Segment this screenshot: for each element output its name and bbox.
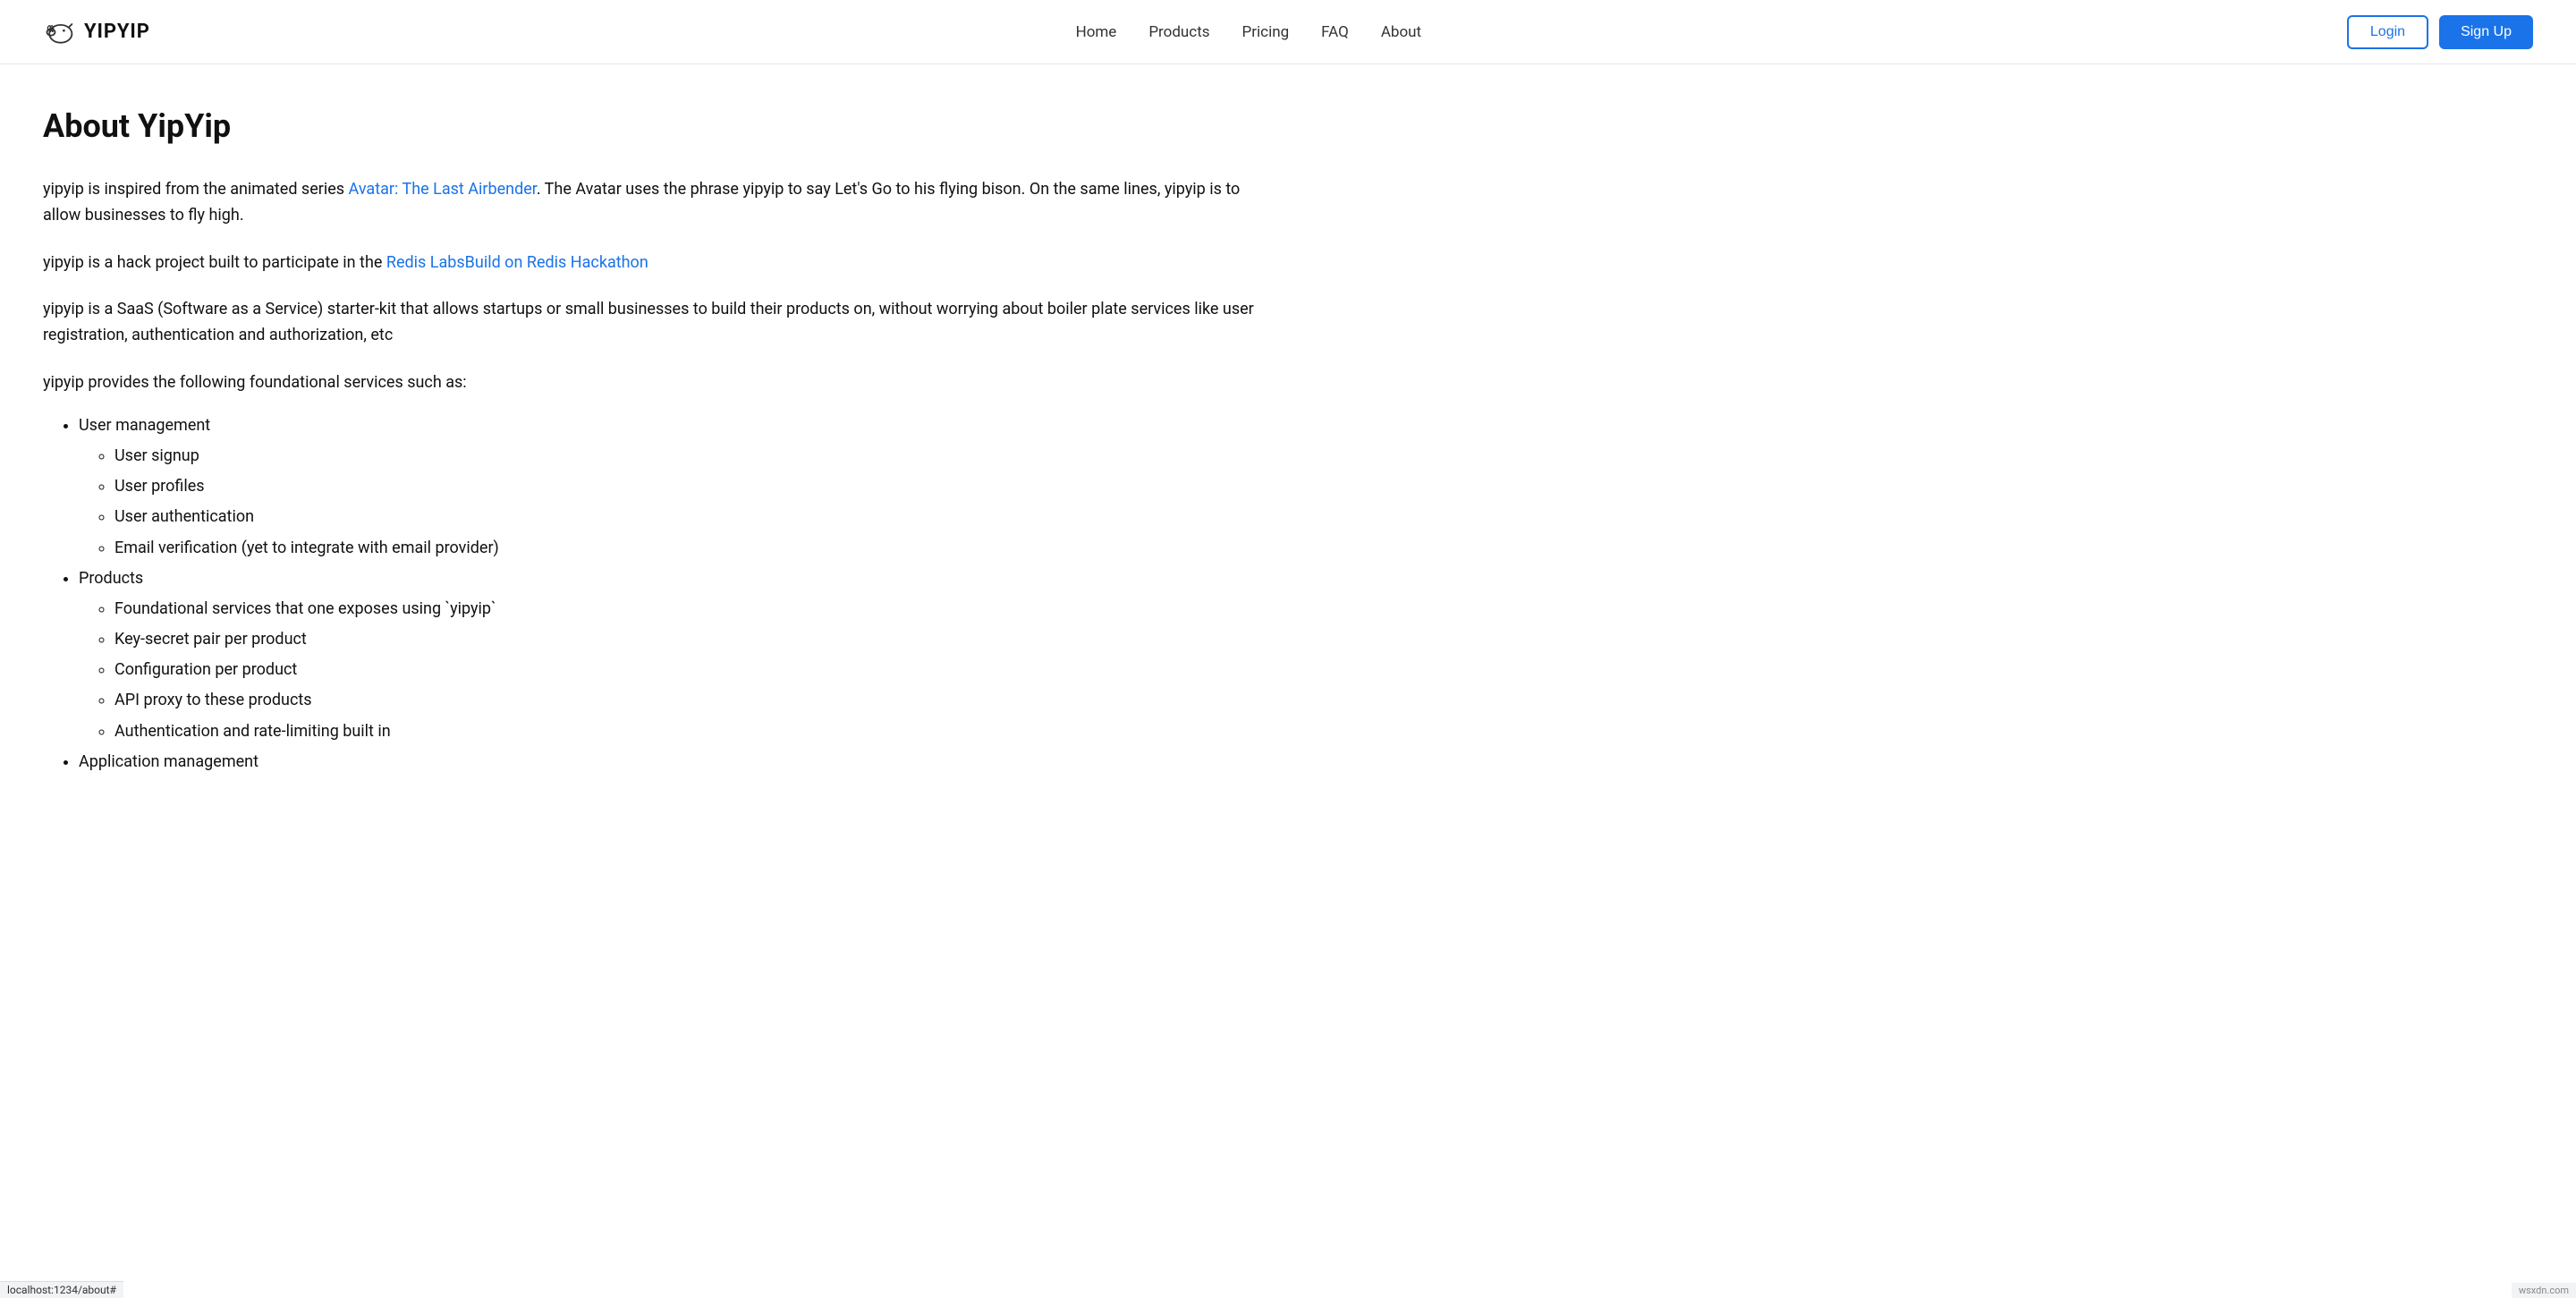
signup-button[interactable]: Sign Up — [2439, 15, 2533, 49]
nav-pricing[interactable]: Pricing — [1242, 23, 1290, 41]
list-item-application-management: Application management — [79, 747, 1281, 777]
page-title: About YipYip — [43, 107, 1281, 145]
services-list: User management User signup User profile… — [43, 411, 1281, 777]
list-item: Configuration per product — [114, 655, 1281, 685]
list-item: User signup — [114, 441, 1281, 471]
list-item: Foundational services that one exposes u… — [114, 594, 1281, 624]
nav-home[interactable]: Home — [1076, 23, 1117, 41]
para-2: yipyip is a hack project built to partic… — [43, 250, 1281, 276]
nav-products[interactable]: Products — [1148, 23, 1209, 41]
list-item: Authentication and rate-limiting built i… — [114, 717, 1281, 747]
logo-icon — [43, 16, 75, 48]
main-content: About YipYip yipyip is inspired from the… — [0, 64, 1324, 856]
nav-about[interactable]: About — [1381, 23, 1421, 41]
list-item-products: Products Foundational services that one … — [79, 564, 1281, 747]
logo-link[interactable]: YIPYIP — [43, 16, 150, 48]
nav-faq[interactable]: FAQ — [1321, 23, 1349, 41]
list-item: Key-secret pair per product — [114, 624, 1281, 655]
list-item: User profiles — [114, 471, 1281, 502]
para-3: yipyip is a SaaS (Software as a Service)… — [43, 297, 1281, 349]
statusbar-url: localhost:1234/about# — [0, 1281, 123, 1298]
user-management-sublist: User signup User profiles User authentic… — [79, 441, 1281, 564]
para1-before-link: yipyip is inspired from the animated ser… — [43, 180, 349, 199]
login-button[interactable]: Login — [2347, 15, 2428, 49]
redis-link[interactable]: Redis LabsBuild on Redis Hackathon — [386, 253, 648, 272]
products-sublist: Foundational services that one exposes u… — [79, 594, 1281, 747]
main-nav: Home Products Pricing FAQ About — [1076, 23, 1422, 41]
wsxdn-badge: wsxdn.com — [2512, 1283, 2576, 1298]
list-item: API proxy to these products — [114, 685, 1281, 716]
logo-text: YIPYIP — [84, 21, 150, 43]
avatar-link[interactable]: Avatar: The Last Airbender — [349, 180, 537, 199]
list-item-user-management: User management User signup User profile… — [79, 411, 1281, 564]
list-item: User authentication — [114, 502, 1281, 532]
header-buttons: Login Sign Up — [2347, 15, 2533, 49]
para-1: yipyip is inspired from the animated ser… — [43, 177, 1281, 229]
list-item: Email verification (yet to integrate wit… — [114, 533, 1281, 564]
site-header: YIPYIP Home Products Pricing FAQ About L… — [0, 0, 2576, 64]
para2-before-link: yipyip is a hack project built to partic… — [43, 253, 386, 272]
services-intro: yipyip provides the following foundation… — [43, 370, 1281, 396]
